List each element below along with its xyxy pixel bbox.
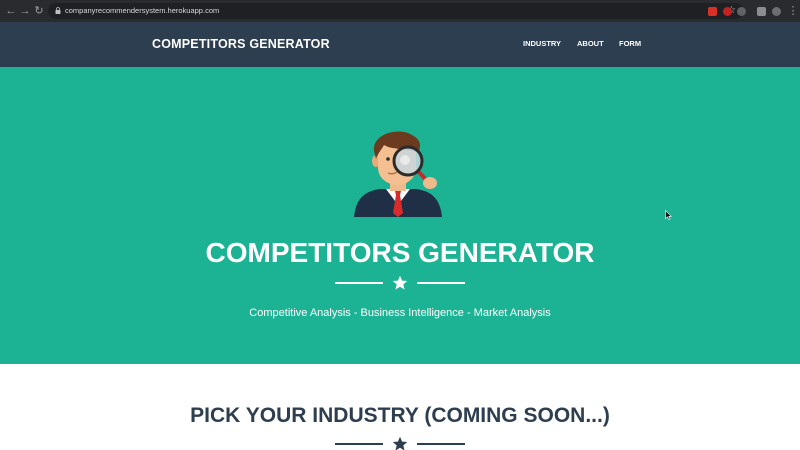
nav-link-about[interactable]: ABOUT: [577, 39, 604, 49]
star-icon: [392, 436, 408, 450]
star-divider: [335, 436, 465, 450]
url-text: companyrecommendersystem.herokuapp.com: [65, 6, 220, 15]
businessman-magnifier-icon: [354, 131, 442, 217]
section-title: PICK YOUR INDUSTRY (COMING SOON...): [190, 404, 610, 427]
lock-icon: [55, 7, 61, 14]
reload-icon[interactable]: ↻: [32, 3, 46, 19]
extension-icon[interactable]: [723, 7, 732, 16]
mouse-cursor-icon: [665, 210, 672, 220]
divider-line: [417, 443, 465, 445]
hero-title: COMPETITORS GENERATOR: [205, 237, 595, 268]
menu-icon[interactable]: ⋮: [786, 3, 800, 19]
address-bar[interactable]: companyrecommendersystem.herokuapp.com ☆: [48, 3, 744, 19]
back-icon[interactable]: ←: [4, 3, 18, 19]
nav-link-industry[interactable]: INDUSTRY: [523, 39, 561, 49]
extension-icon[interactable]: [708, 7, 717, 16]
extension-icon[interactable]: [757, 7, 766, 16]
browser-toolbar: ← → ↻ companyrecommendersystem.herokuapp…: [0, 0, 800, 22]
star-divider: [335, 275, 465, 291]
hero-section: COMPETITORS GENERATOR Competitive Analys…: [0, 67, 800, 364]
forward-icon[interactable]: →: [18, 3, 32, 19]
hero-subtitle: Competitive Analysis - Business Intellig…: [249, 307, 551, 319]
brand-link[interactable]: COMPETITORS GENERATOR: [152, 36, 330, 52]
extension-icon[interactable]: [737, 7, 746, 16]
site-navbar: COMPETITORS GENERATOR INDUSTRY ABOUT FOR…: [0, 22, 800, 67]
divider-line: [335, 282, 383, 284]
star-icon: [392, 275, 408, 290]
profile-icon[interactable]: [772, 7, 781, 16]
divider-line: [335, 443, 383, 445]
nav-link-form[interactable]: FORM: [619, 39, 641, 49]
divider-line: [417, 282, 465, 284]
